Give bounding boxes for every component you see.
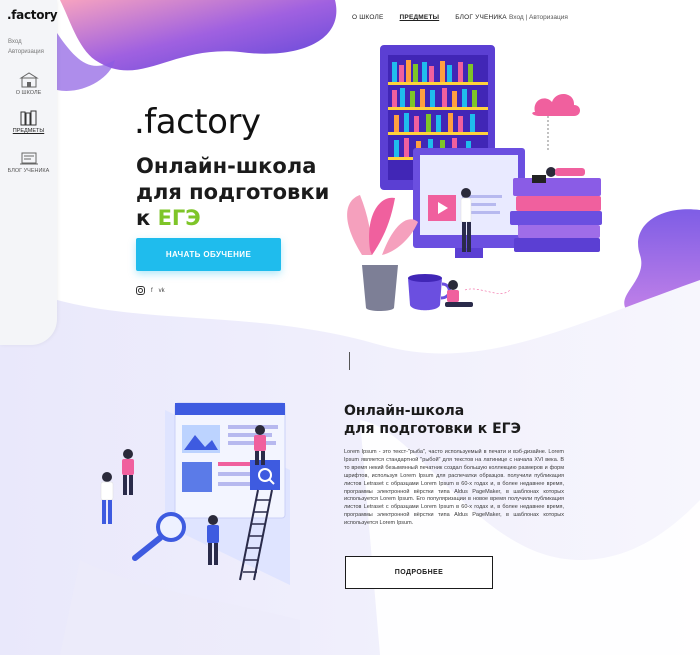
auth-links[interactable]: Вход | Авторизация [509,14,568,21]
sidebar-item-label: О ШКОЛЕ [15,90,42,96]
nav-item-subjects[interactable]: ПРЕДМЕТЫ [400,14,440,21]
sidebar-login-link[interactable]: Вход [8,39,22,45]
social-links: f vk [136,286,165,295]
hero-illustration [347,45,602,311]
facebook-icon[interactable]: f [151,288,153,294]
instagram-icon[interactable] [136,286,145,295]
sidebar-item-label: ПРЕДМЕТЫ [12,128,45,134]
sidebar-item-label: БЛОГ УЧЕНИКА [7,168,50,174]
school-icon [18,72,39,88]
start-learning-button[interactable]: НАЧАТЬ ОБУЧЕНИЕ [136,238,281,271]
section-title-line: Онлайн-школа [344,403,465,419]
sidebar-logo[interactable]: .factory [7,8,58,22]
sidebar-item-subjects[interactable]: ПРЕДМЕТЫ [0,110,57,134]
hero-title-line: к ЕГЭ [136,205,329,231]
blog-icon [19,152,38,165]
section-illustration [100,402,290,585]
sidebar-item-school[interactable]: О ШКОЛЕ [0,72,57,96]
section-body-text: Lorem Ipsum - это текст-"рыба", часто ис… [344,449,564,527]
sidebar-item-blog[interactable]: БЛОГ УЧЕНИКА [0,150,57,174]
hero-title-line: для подготовки [136,180,330,204]
nav-item-blog[interactable]: БЛОГ УЧЕНИКА [455,14,507,21]
books-icon [20,110,36,126]
sidebar-register-link[interactable]: Авторизация [8,49,44,55]
scroll-indicator [349,352,350,370]
hero-title: Онлайн-школа для подготовки к ЕГЭ [136,153,329,231]
hero-title-prefix: к [136,206,158,230]
sidebar: .factory Вход Авторизация О ШКОЛЕ ПРЕДМЕ… [0,0,58,345]
hero-title-accent: ЕГЭ [157,206,201,230]
more-button[interactable]: ПОДРОБНЕЕ [345,556,493,589]
hero-title-line: Онлайн-школа [136,154,317,178]
nav-item-school[interactable]: О ШКОЛЕ [352,14,384,21]
brand-logo: .factory [134,102,261,142]
section-title-line: для подготовки к ЕГЭ [344,421,521,437]
top-nav: О ШКОЛЕ ПРЕДМЕТЫ БЛОГ УЧЕНИКА [352,14,507,21]
section-title: Онлайн-школа для подготовки к ЕГЭ [344,402,521,438]
vk-icon[interactable]: vk [159,288,165,294]
